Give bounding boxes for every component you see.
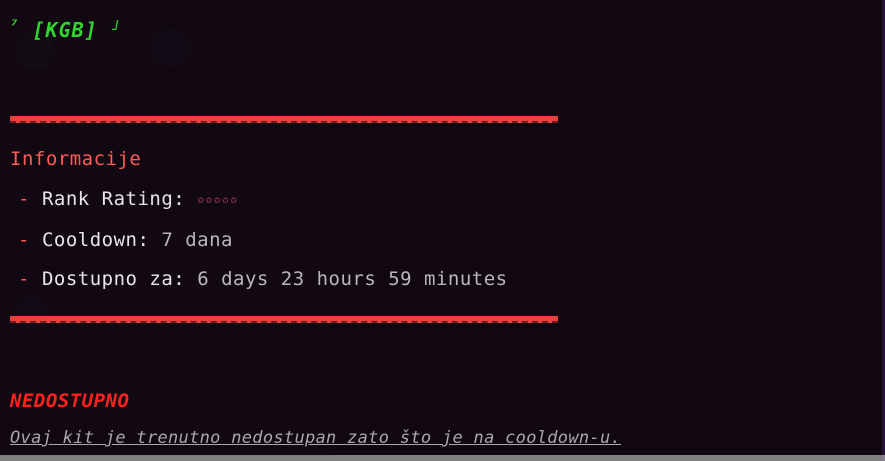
unavailable-reason: Ovaj kit je trenutno nedostupan zato što… [10,428,622,448]
kit-name: [KGB] [32,18,98,42]
title-prefix-symbol: ⁷ [10,18,20,34]
info-row-cooldown: - Cooldown: 7 dana [10,229,233,251]
hotbar-edge [0,455,885,461]
title-suffix-symbol: ˩ [110,18,121,34]
rank-stars: ✩✩✩✩✩ [197,192,239,206]
separator-bottom [10,316,558,323]
status-unavailable: NEDOSTUPNO [10,390,130,412]
bullet-dash: - [18,268,30,290]
info-label: Cooldown: [41,229,150,251]
separator-top [10,116,558,123]
info-label: Rank Rating: [41,188,186,210]
bullet-dash: - [18,188,30,210]
info-heading: Informacije [10,148,142,170]
info-value: 7 dana [161,229,233,251]
kit-tooltip: ⁷ [KGB] ˩ Informacije - Rank Rating: ✩✩✩✩… [0,0,885,461]
info-value: 6 days 23 hours 59 minutes [197,268,508,290]
info-row-rank-rating: - Rank Rating: ✩✩✩✩✩ [10,188,238,210]
game-scene: ⁷ [KGB] ˩ Informacije - Rank Rating: ✩✩✩✩… [0,0,885,461]
info-row-available-in: - Dostupno za: 6 days 23 hours 59 minutes [10,268,508,290]
info-label: Dostupno za: [41,268,186,290]
kit-title: ⁷ [KGB] ˩ [10,18,120,42]
bullet-dash: - [18,229,30,251]
